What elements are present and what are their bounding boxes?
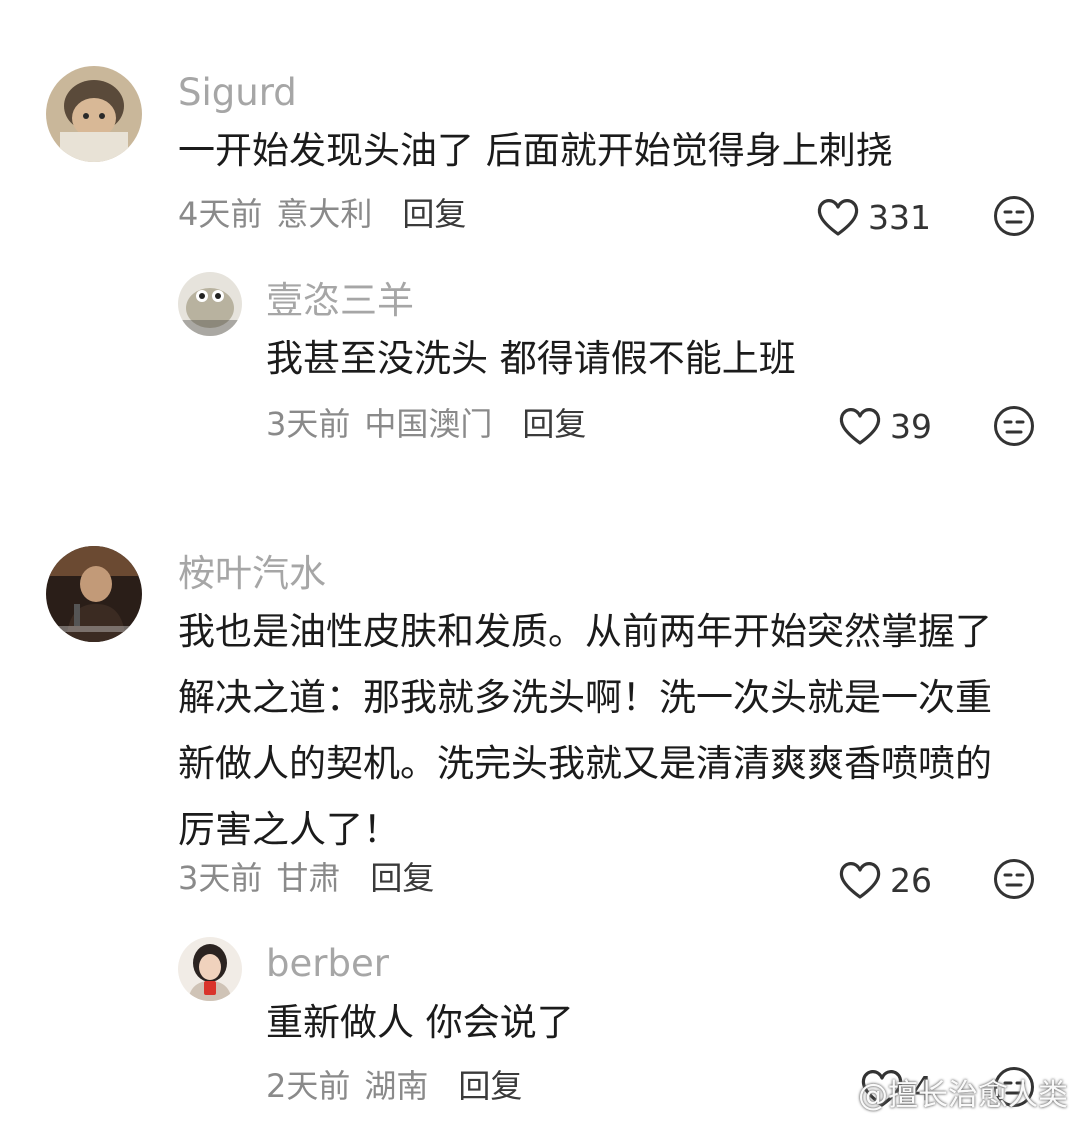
comment-meta: 3天前 甘肃 回复 [178,862,434,894]
comment-text-line: 重新做人 你会说了 [266,1001,574,1044]
comment-meta: 2天前 湖南 回复 [266,1070,522,1102]
like-button[interactable]: 26 [838,860,932,900]
avatar[interactable] [178,937,242,1001]
comment-text-line: 厉害之人了！ [178,808,400,851]
reply-button[interactable]: 回复 [458,1067,522,1105]
dislike-face-icon[interactable] [993,195,1035,237]
heart-icon [839,862,881,899]
watermark: @擅长治愈人类 [812,1070,1068,1114]
dislike-face-icon[interactable] [993,858,1035,900]
location: 甘肃 [276,859,341,897]
reply-button[interactable]: 回复 [402,195,466,233]
like-count: 26 [890,860,932,900]
like-button[interactable]: 331 [816,197,931,237]
dislike-face-icon[interactable] [993,405,1035,447]
watermark-text: @擅长治愈人类 [858,1078,1068,1113]
timestamp: 3天前 [178,859,263,897]
reply-button[interactable]: 回复 [522,405,586,443]
comment-text: 一开始发现头油了 后面就开始觉得身上刺挠 [178,118,893,184]
location: 中国澳门 [364,405,493,443]
comment-text: 我也是油性皮肤和发质。从前两年开始突然掌握了 解决之道：那我就多洗头啊！洗一次头… [178,599,992,863]
comment-text: 我甚至没洗头 都得请假不能上班 [266,326,796,392]
heart-icon [817,199,859,236]
comment-text-line: 新做人的契机。洗完头我就又是清清爽爽香喷喷的 [178,742,992,785]
location: 湖南 [364,1067,429,1105]
username[interactable]: berber [266,945,389,982]
comment-text: 重新做人 你会说了 [266,990,574,1056]
avatar[interactable] [46,66,142,162]
comment-text-line: 我甚至没洗头 都得请假不能上班 [266,337,796,380]
timestamp: 2天前 [266,1067,351,1105]
comment-text-line: 我也是油性皮肤和发质。从前两年开始突然掌握了 [178,610,992,653]
comment-meta: 4天前 意大利 回复 [178,198,466,230]
comment-meta: 3天前 中国澳门 回复 [266,408,586,440]
heart-icon [839,408,881,445]
comment-text-line: 一开始发现头油了 后面就开始觉得身上刺挠 [178,129,893,172]
reply-button[interactable]: 回复 [370,859,434,897]
username[interactable]: 壹恣三羊 [266,282,414,319]
like-count: 331 [868,197,931,237]
timestamp: 4天前 [178,195,263,233]
location: 意大利 [276,195,373,233]
weibo-logo-icon [812,1080,850,1108]
timestamp: 3天前 [266,405,351,443]
like-count: 39 [890,406,932,446]
comment-text-line: 解决之道：那我就多洗头啊！洗一次头就是一次重 [178,676,992,719]
avatar[interactable] [46,546,142,642]
like-button[interactable]: 39 [838,406,932,446]
username[interactable]: Sigurd [178,74,297,111]
avatar[interactable] [178,272,242,336]
username[interactable]: 桉叶汽水 [178,555,326,592]
